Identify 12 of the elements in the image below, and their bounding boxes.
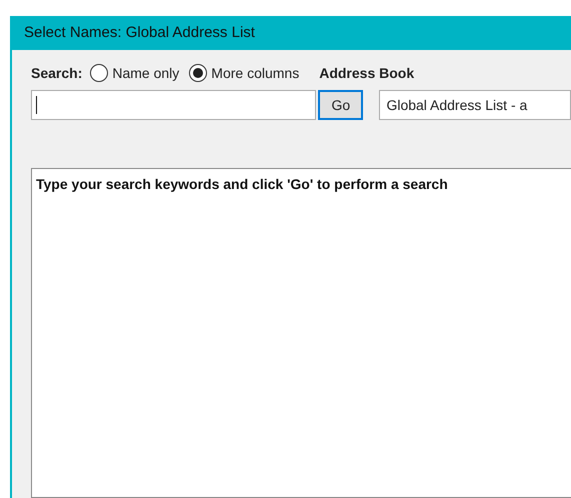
radio-label: More columns [211,64,300,82]
radio-button[interactable] [90,64,108,82]
radio-label: Name only [112,64,180,83]
search-field[interactable] [31,90,316,120]
address-book-label: Address Book [319,64,414,82]
window-title: Select Names: Global Address List [24,22,255,43]
go-button[interactable]: Go [318,90,364,120]
text-cursor-icon [36,96,37,114]
address-book-dropdown[interactable]: Global Address List - a [379,90,571,120]
search-hint: Type your search keywords and click 'Go' to perform a search [36,176,448,192]
radio-button[interactable] [189,64,208,82]
search-label: Search: [31,64,82,82]
